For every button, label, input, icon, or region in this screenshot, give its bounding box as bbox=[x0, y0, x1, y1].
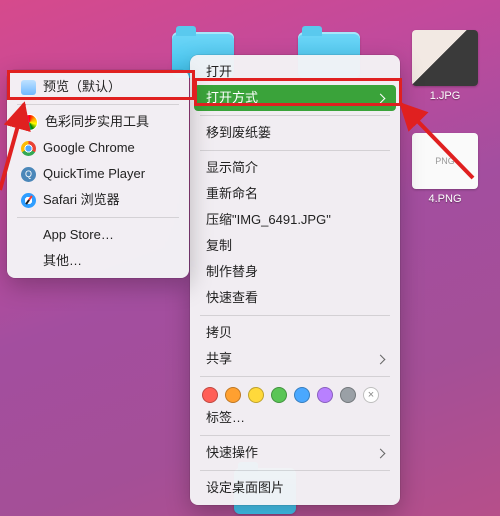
tag-clear[interactable] bbox=[363, 387, 379, 403]
menu-item-copy[interactable]: 拷贝 bbox=[190, 320, 400, 346]
tag-yellow[interactable] bbox=[248, 387, 264, 403]
submenu-item-label: App Store… bbox=[43, 226, 114, 244]
menu-item-label: 压缩"IMG_6491.JPG" bbox=[206, 211, 331, 229]
menu-item-label: 设定桌面图片 bbox=[206, 479, 284, 497]
menu-item-label: 拷贝 bbox=[206, 324, 232, 342]
menu-item-label: 快速操作 bbox=[206, 444, 258, 462]
submenu-item-app-store[interactable]: App Store… bbox=[7, 222, 189, 248]
menu-separator bbox=[17, 104, 179, 105]
submenu-item-chrome[interactable]: Google Chrome bbox=[7, 135, 189, 161]
menu-item-share[interactable]: 共享 bbox=[190, 346, 400, 372]
tag-color-row bbox=[190, 381, 400, 405]
context-menu: 打开 打开方式 移到废纸篓 显示简介 重新命名 压缩"IMG_6491.JPG"… bbox=[190, 55, 400, 505]
menu-separator bbox=[200, 115, 390, 116]
preview-app-icon bbox=[21, 80, 36, 95]
file-thumbnail bbox=[412, 30, 478, 86]
menu-item-label: 共享 bbox=[206, 350, 232, 368]
menu-separator bbox=[200, 150, 390, 151]
quicktime-app-icon bbox=[21, 167, 36, 182]
menu-item-get-info[interactable]: 显示简介 bbox=[190, 155, 400, 181]
submenu-item-label: Safari 浏览器 bbox=[43, 191, 120, 209]
file-label: 4.PNG bbox=[428, 193, 461, 205]
menu-item-label: 制作替身 bbox=[206, 263, 258, 281]
menu-item-open-with[interactable]: 打开方式 bbox=[194, 85, 396, 111]
tag-orange[interactable] bbox=[225, 387, 241, 403]
menu-item-label: 快速查看 bbox=[206, 289, 258, 307]
menu-separator bbox=[200, 470, 390, 471]
submenu-item-quicktime[interactable]: QuickTime Player bbox=[7, 161, 189, 187]
menu-item-tags[interactable]: 标签… bbox=[190, 405, 400, 431]
menu-item-compress[interactable]: 压缩"IMG_6491.JPG" bbox=[190, 207, 400, 233]
menu-item-trash[interactable]: 移到废纸篓 bbox=[190, 120, 400, 146]
menu-separator bbox=[17, 217, 179, 218]
safari-app-icon bbox=[21, 193, 36, 208]
file-item[interactable]: PNG 4.PNG bbox=[410, 133, 480, 205]
menu-item-alias[interactable]: 制作替身 bbox=[190, 259, 400, 285]
chrome-app-icon bbox=[21, 141, 36, 156]
menu-item-label: 打开方式 bbox=[206, 89, 258, 107]
menu-item-open[interactable]: 打开 bbox=[190, 59, 400, 85]
menu-separator bbox=[200, 376, 390, 377]
chevron-right-icon bbox=[376, 354, 386, 364]
menu-item-label: 显示简介 bbox=[206, 159, 258, 177]
menu-item-label: 移到废纸篓 bbox=[206, 124, 271, 142]
open-with-submenu: 预览（默认） 色彩同步实用工具 Google Chrome QuickTime … bbox=[7, 70, 189, 278]
submenu-item-colorsync[interactable]: 色彩同步实用工具 bbox=[7, 109, 189, 135]
file-thumbnail: PNG bbox=[412, 133, 478, 189]
chevron-right-icon bbox=[376, 448, 386, 458]
menu-item-label: 打开 bbox=[206, 63, 232, 81]
file-label: 1.JPG bbox=[430, 90, 461, 102]
menu-separator bbox=[200, 435, 390, 436]
menu-item-quick-look[interactable]: 快速查看 bbox=[190, 285, 400, 311]
submenu-item-label: Google Chrome bbox=[43, 139, 135, 157]
menu-item-label: 重新命名 bbox=[206, 185, 258, 203]
menu-item-set-desktop[interactable]: 设定桌面图片 bbox=[190, 475, 400, 501]
menu-separator bbox=[200, 315, 390, 316]
desktop[interactable]: 1.JPG PNG 4.PNG 打开 打开方式 移到废纸篓 显示简介 重新命名 … bbox=[0, 0, 500, 516]
submenu-item-label: QuickTime Player bbox=[43, 165, 145, 183]
menu-item-quick-actions[interactable]: 快速操作 bbox=[190, 440, 400, 466]
menu-item-label: 标签… bbox=[206, 409, 245, 427]
submenu-item-safari[interactable]: Safari 浏览器 bbox=[7, 187, 189, 213]
tag-blue[interactable] bbox=[294, 387, 310, 403]
submenu-item-other[interactable]: 其他… bbox=[7, 248, 189, 274]
colorsync-app-icon bbox=[21, 114, 38, 131]
submenu-item-label: 色彩同步实用工具 bbox=[45, 113, 149, 131]
file-item[interactable]: 1.JPG bbox=[410, 30, 480, 102]
submenu-item-label: 预览（默认） bbox=[43, 78, 121, 96]
tag-purple[interactable] bbox=[317, 387, 333, 403]
submenu-item-label: 其他… bbox=[43, 252, 82, 270]
submenu-item-preview-default[interactable]: 预览（默认） bbox=[7, 74, 189, 100]
tag-red[interactable] bbox=[202, 387, 218, 403]
tag-green[interactable] bbox=[271, 387, 287, 403]
chevron-right-icon bbox=[376, 93, 386, 103]
menu-item-rename[interactable]: 重新命名 bbox=[190, 181, 400, 207]
menu-item-label: 复制 bbox=[206, 237, 232, 255]
tag-gray[interactable] bbox=[340, 387, 356, 403]
menu-item-duplicate[interactable]: 复制 bbox=[190, 233, 400, 259]
